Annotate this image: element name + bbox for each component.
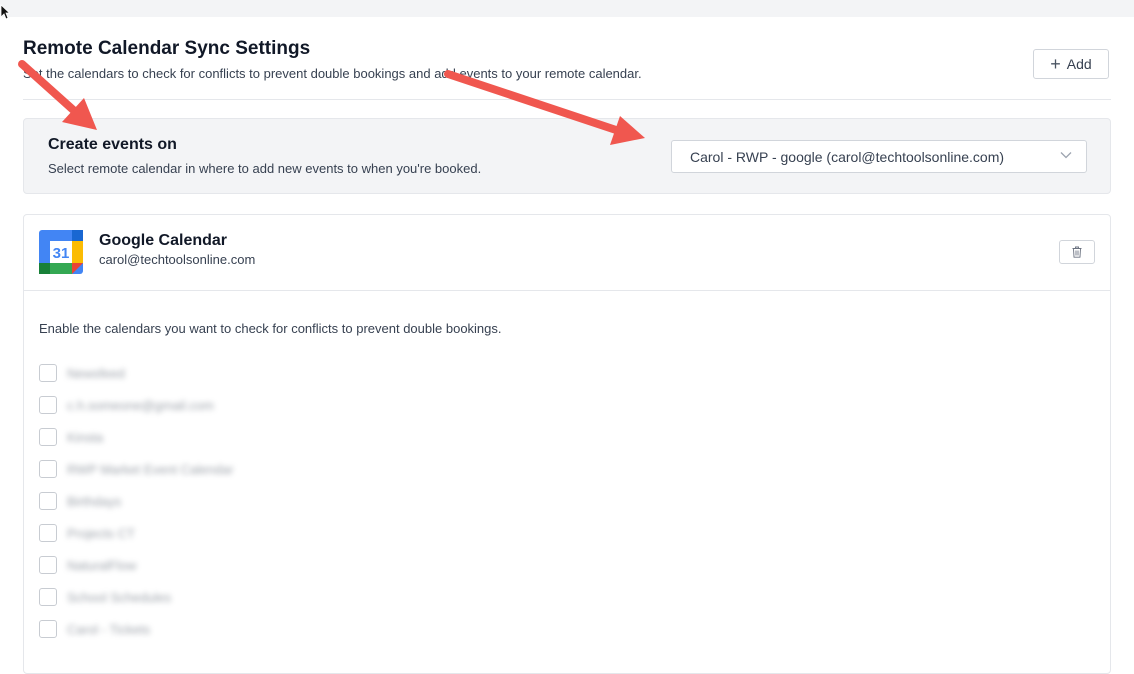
create-events-panel: Create events on Select remote calendar … xyxy=(23,118,1111,194)
page-title: Remote Calendar Sync Settings xyxy=(23,38,311,59)
add-button-label: Add xyxy=(1066,56,1092,72)
target-calendar-select[interactable]: Carol - RWP - google (carol@techtoolsonl… xyxy=(671,140,1087,173)
calendar-row[interactable]: School Schedules xyxy=(39,581,639,613)
plus-icon: + xyxy=(1050,54,1061,74)
card-divider xyxy=(24,290,1110,291)
calendar-checkbox[interactable] xyxy=(39,556,57,574)
enable-calendars-text: Enable the calendars you want to check f… xyxy=(39,321,502,336)
calendar-checkbox[interactable] xyxy=(39,588,57,606)
google-calendar-icon: 31 xyxy=(39,230,83,274)
calendar-account-email: carol@techtoolsonline.com xyxy=(99,252,256,267)
calendar-label: Birthdays xyxy=(67,493,122,509)
calendar-checkbox[interactable] xyxy=(39,364,57,382)
calendar-label: RWP Market Event Calendar xyxy=(67,461,234,477)
trash-icon xyxy=(1072,246,1082,258)
mouse-cursor-icon xyxy=(0,4,10,20)
google-calendar-icon-day: 31 xyxy=(53,245,70,262)
top-strip xyxy=(0,0,1134,17)
calendar-checkbox[interactable] xyxy=(39,620,57,638)
calendar-row[interactable]: NaturalFlow xyxy=(39,549,639,581)
calendar-checkbox[interactable] xyxy=(39,460,57,478)
calendar-label: School Schedules xyxy=(67,589,172,605)
calendar-label: Projects CT xyxy=(67,525,135,541)
calendar-label: Kinsta xyxy=(67,429,104,445)
conflict-calendar-list: Newsfeed c.h.someone@gmail.com Kinsta RW… xyxy=(39,357,639,645)
calendar-label: NaturalFlow xyxy=(67,557,137,573)
remove-calendar-button[interactable] xyxy=(1059,240,1095,264)
calendar-checkbox[interactable] xyxy=(39,524,57,542)
selected-calendar-value: Carol - RWP - google (carol@techtoolsonl… xyxy=(690,148,1005,165)
calendar-row[interactable]: Newsfeed xyxy=(39,357,639,389)
calendar-row[interactable]: RWP Market Event Calendar xyxy=(39,453,639,485)
calendar-row[interactable]: c.h.someone@gmail.com xyxy=(39,389,639,421)
calendar-label: Newsfeed xyxy=(67,365,125,381)
calendar-label: c.h.someone@gmail.com xyxy=(67,397,214,413)
page-description: Set the calendars to check for conflicts… xyxy=(23,66,642,81)
calendar-checkbox[interactable] xyxy=(39,396,57,414)
create-events-description: Select remote calendar in where to add n… xyxy=(48,161,482,176)
calendar-row[interactable]: Birthdays xyxy=(39,485,639,517)
calendar-checkbox[interactable] xyxy=(39,428,57,446)
add-calendar-button[interactable]: + Add xyxy=(1033,49,1109,79)
chevron-down-icon xyxy=(1060,152,1072,159)
calendar-label: Carol - Tickets xyxy=(67,621,151,637)
calendar-row[interactable]: Projects CT xyxy=(39,517,639,549)
calendar-row[interactable]: Kinsta xyxy=(39,421,639,453)
calendar-row[interactable]: Carol - Tickets xyxy=(39,613,639,645)
google-calendar-card: 31 Google Calendar carol@techtoolsonline… xyxy=(23,214,1111,674)
header-divider xyxy=(23,99,1111,100)
calendar-provider-name: Google Calendar xyxy=(99,232,228,249)
create-events-title: Create events on xyxy=(48,136,177,153)
calendar-checkbox[interactable] xyxy=(39,492,57,510)
